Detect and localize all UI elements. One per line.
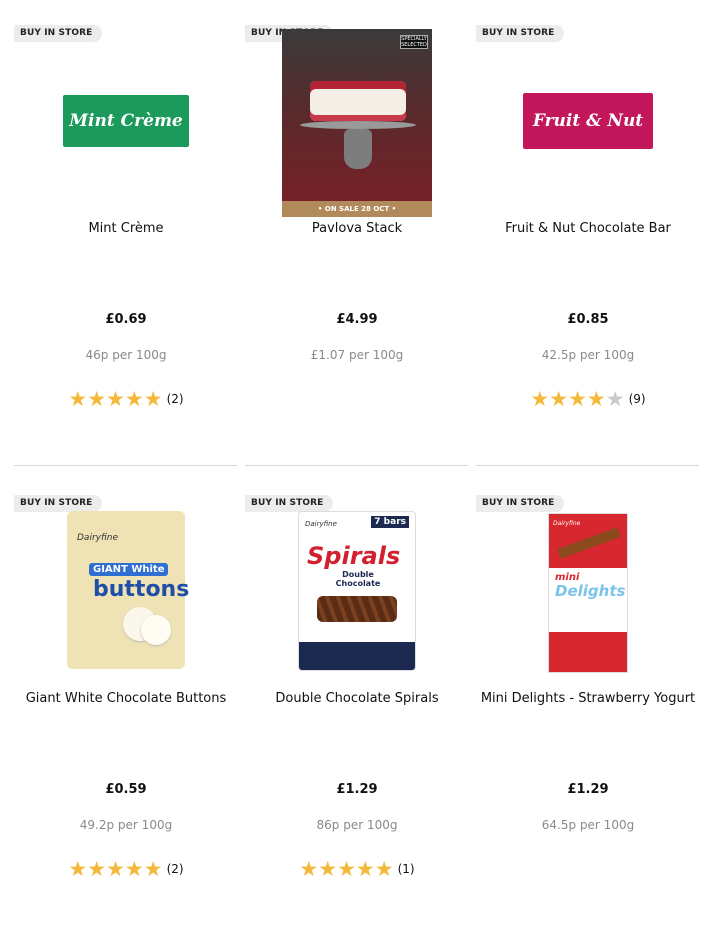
star-rating-icon: ★ ★ ★ ★ ★	[68, 857, 163, 881]
product-price: £0.69	[105, 312, 147, 327]
pack-subtitle: GIANT White	[89, 563, 169, 576]
product-card[interactable]: BUY IN STORE Dairyfine GIANT White butto…	[14, 495, 238, 935]
review-count: (9)	[628, 392, 646, 406]
unit-price: 64.5p per 100g	[541, 818, 635, 832]
buy-in-store-badge: BUY IN STORE	[476, 495, 565, 512]
product-image[interactable]: Dairyfine 7 bars Spirals Double Chocolat…	[298, 511, 416, 671]
pack-text: Delights	[555, 582, 626, 600]
pack-text: Fruit & Nut	[532, 111, 644, 131]
row-divider	[14, 465, 237, 466]
product-name[interactable]: Double Chocolate Spirals	[245, 691, 469, 706]
brand-label: Dairyfine	[553, 520, 581, 527]
pack-text: buttons	[93, 577, 190, 602]
product-price: £0.59	[105, 782, 147, 797]
review-count: (2)	[166, 862, 184, 876]
product-name[interactable]: Giant White Chocolate Buttons	[14, 691, 238, 706]
sale-banner: • ON SALE 28 OCT •	[282, 201, 432, 217]
buy-in-store-badge: BUY IN STORE	[476, 25, 565, 42]
product-name[interactable]: Fruit & Nut Chocolate Bar	[476, 221, 700, 236]
spiral-icon	[317, 596, 397, 622]
pavlova-icon	[310, 81, 406, 121]
product-image[interactable]: SPECIALLY SELECTED • ON SALE 28 OCT •	[282, 29, 432, 217]
product-card[interactable]: BUY IN STORE Dairyfine mini Delights Min…	[476, 495, 700, 935]
unit-price: £1.07 per 100g	[310, 348, 404, 362]
product-price: £0.85	[567, 312, 609, 327]
button-icon	[141, 615, 171, 645]
rating[interactable]: ★ ★ ★ ★ ★ (9)	[476, 387, 700, 411]
brand-label: SPECIALLY SELECTED	[400, 35, 428, 49]
product-card[interactable]: BUY IN STORE SPECIALLY SELECTED • ON SAL…	[245, 25, 469, 465]
row-divider	[245, 465, 468, 466]
product-name[interactable]: Mini Delights - Strawberry Yogurt	[476, 691, 700, 706]
star-rating-icon: ★ ★ ★ ★ ★	[530, 387, 625, 411]
star-rating-icon: ★ ★ ★ ★ ★	[68, 387, 163, 411]
review-count: (2)	[166, 392, 184, 406]
product-card[interactable]: BUY IN STORE Mint Crème Mint Crème £0.69…	[14, 25, 238, 465]
brand-label: Dairyfine	[77, 533, 119, 543]
pack-footer	[299, 642, 415, 670]
product-name[interactable]: Mint Crème	[14, 221, 238, 236]
brand-label: Dairyfine	[305, 520, 337, 528]
pack-count: 7 bars	[371, 516, 409, 528]
pack-text: Mint Crème	[69, 111, 183, 131]
pack-text: Spirals	[307, 542, 401, 570]
cake-stand-stem-icon	[344, 129, 372, 169]
product-price: £1.29	[336, 782, 378, 797]
star-rating-icon: ★ ★ ★ ★ ★	[299, 857, 394, 881]
pack-bottom	[549, 632, 627, 672]
buy-in-store-badge: BUY IN STORE	[245, 495, 334, 512]
buy-in-store-badge: BUY IN STORE	[14, 495, 103, 512]
buy-in-store-badge: BUY IN STORE	[14, 25, 103, 42]
review-count: (1)	[397, 862, 415, 876]
rating[interactable]: ★ ★ ★ ★ ★ (1)	[245, 857, 469, 881]
product-image[interactable]: Mint Crème	[63, 95, 189, 147]
product-image[interactable]: Dairyfine GIANT White buttons	[67, 511, 189, 669]
product-grid: BUY IN STORE Mint Crème Mint Crème £0.69…	[0, 0, 708, 889]
unit-price: 46p per 100g	[85, 348, 167, 362]
unit-price: 86p per 100g	[316, 818, 398, 832]
product-card[interactable]: BUY IN STORE Fruit & Nut Fruit & Nut Cho…	[476, 25, 700, 465]
product-image[interactable]: Fruit & Nut	[523, 93, 653, 149]
pack-subtitle: Double Chocolate	[335, 570, 381, 588]
product-image[interactable]: Dairyfine mini Delights	[548, 513, 628, 673]
unit-price: 49.2p per 100g	[79, 818, 173, 832]
row-divider	[476, 465, 699, 466]
rating[interactable]: ★ ★ ★ ★ ★ (2)	[14, 857, 238, 881]
cake-stand-icon	[300, 121, 416, 129]
product-price: £1.29	[567, 782, 609, 797]
unit-price: 42.5p per 100g	[541, 348, 635, 362]
product-price: £4.99	[336, 312, 378, 327]
product-card[interactable]: BUY IN STORE Dairyfine 7 bars Spirals Do…	[245, 495, 469, 935]
rating[interactable]: ★ ★ ★ ★ ★ (2)	[14, 387, 238, 411]
product-name[interactable]: Pavlova Stack	[245, 221, 469, 236]
